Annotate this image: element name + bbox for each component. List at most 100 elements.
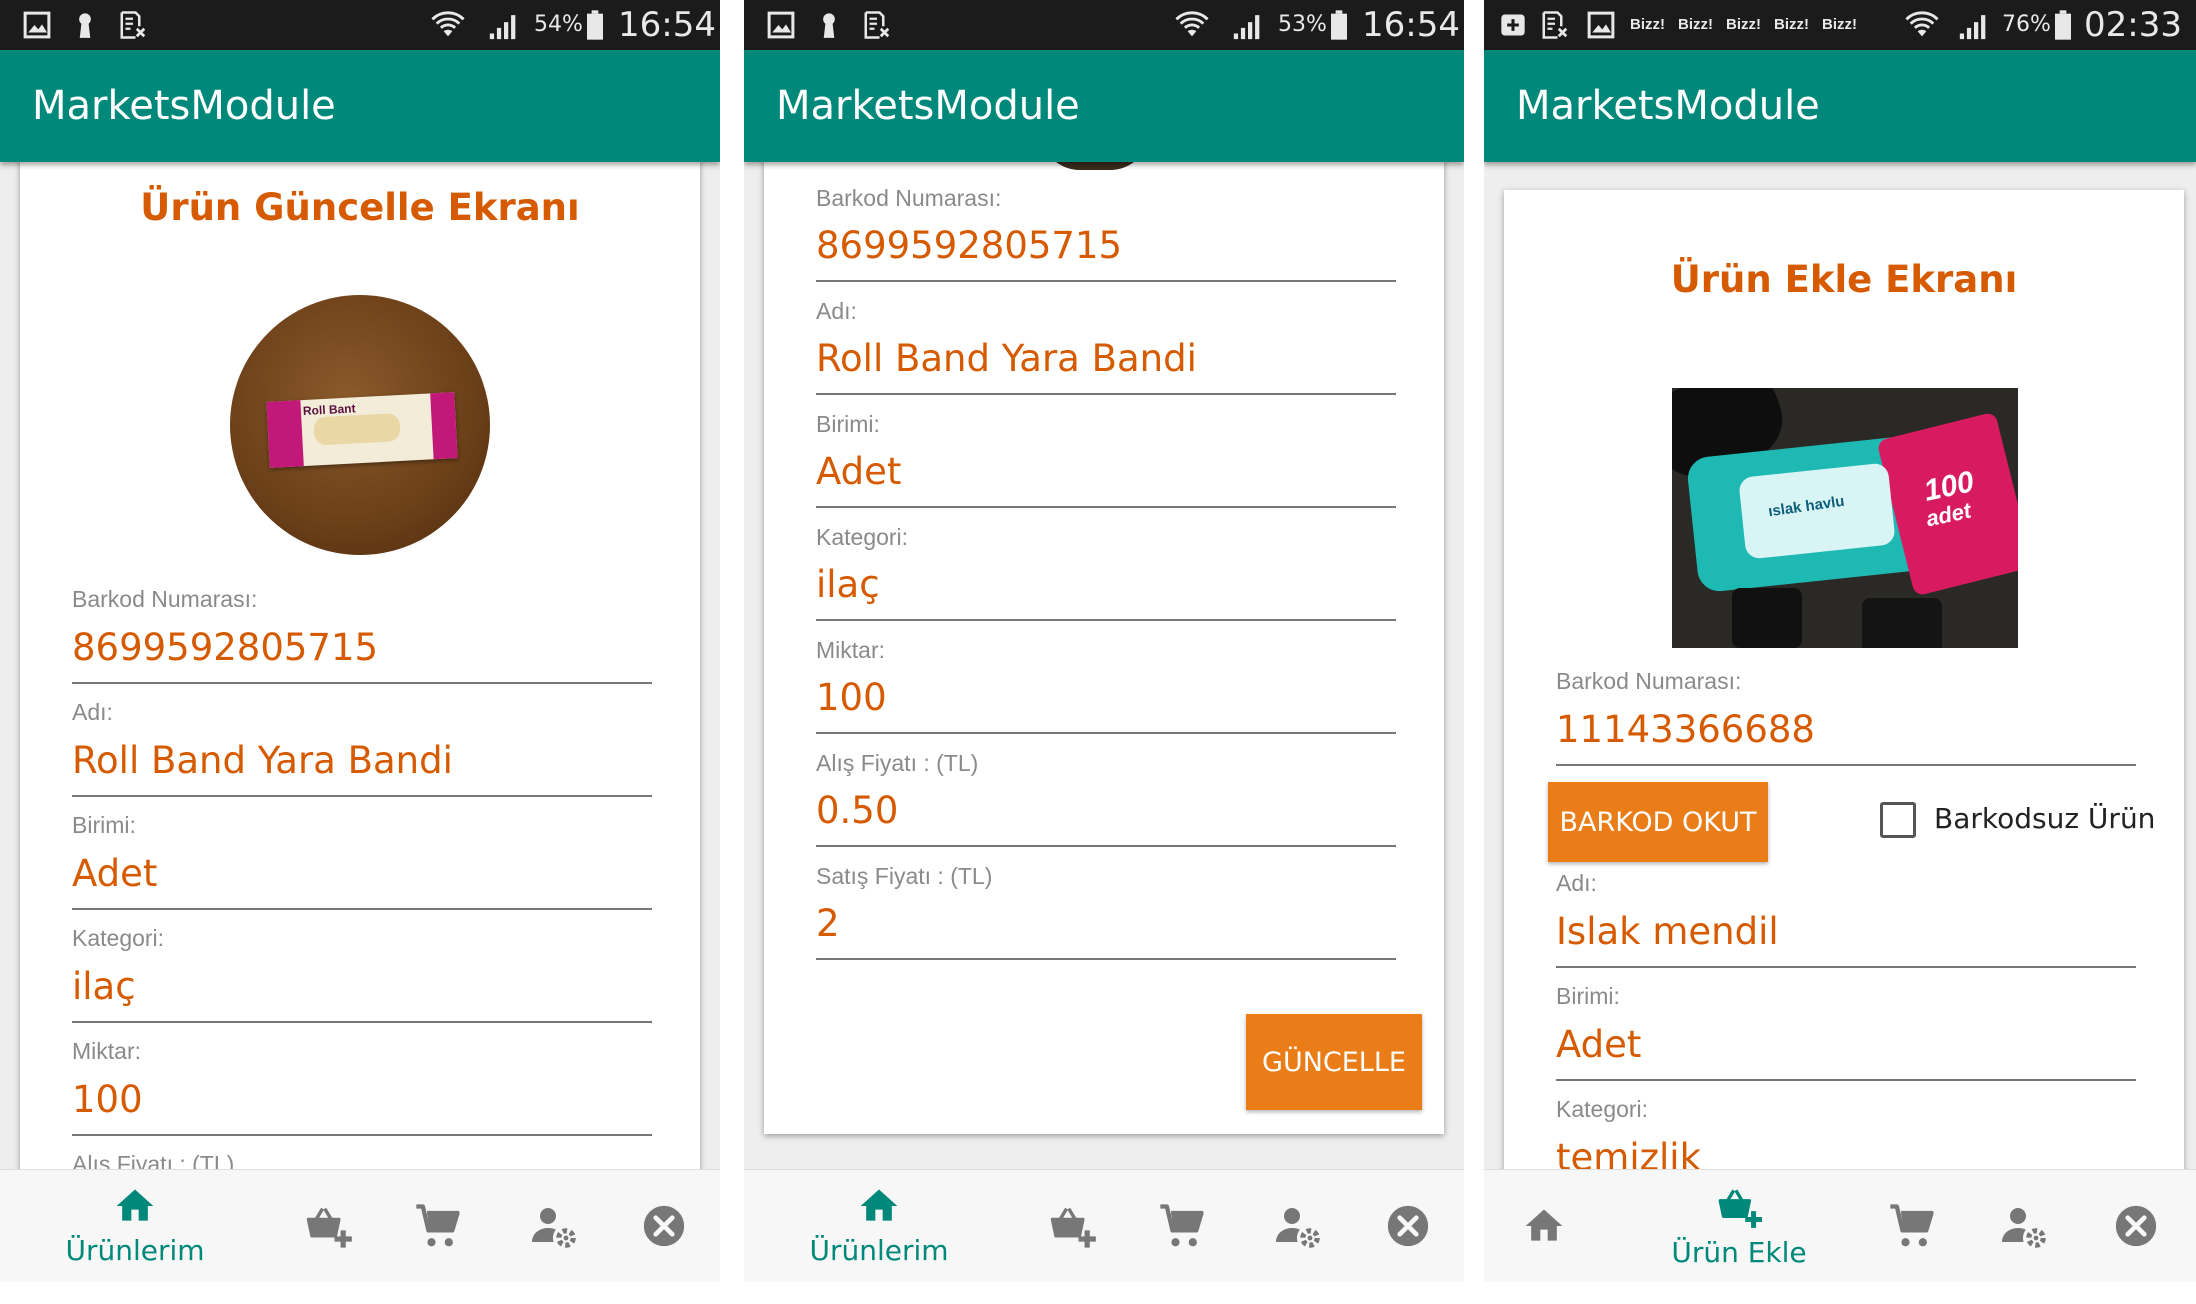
nav-cart[interactable]: [1872, 1170, 1952, 1282]
nav-products[interactable]: Ürünlerim: [784, 1170, 974, 1282]
nav-user-settings[interactable]: [1984, 1170, 2064, 1282]
phone-screen-update-top: 54% 16:54 MarketsModule Ürün Güncelle Ek…: [0, 0, 720, 1282]
user-settings-icon: [2000, 1202, 2048, 1250]
blocked-doc-icon: [1538, 8, 1572, 42]
sale-price-input[interactable]: 2: [816, 902, 840, 945]
battery-icon: [584, 8, 606, 42]
unit-input[interactable]: Adet: [816, 450, 901, 493]
blocked-doc-icon: [116, 8, 150, 42]
bottom-navigation: Ürünlerim: [0, 1169, 720, 1282]
notification-bizz-2: Bizz!: [1678, 16, 1713, 33]
unit-label: Birimi:: [72, 812, 136, 838]
gallery-icon: [20, 8, 54, 42]
barcode-underline: [72, 682, 652, 684]
nav-add-product[interactable]: Ürün Ekle: [1644, 1170, 1834, 1282]
keyhole-icon: [812, 8, 846, 42]
category-underline: [816, 619, 1396, 621]
unit-input[interactable]: Adet: [72, 852, 157, 895]
nav-exit[interactable]: [1368, 1170, 1448, 1282]
scroll-content[interactable]: Ürün Ekle Ekranı ıslak havlu 100 adet Ba…: [1484, 162, 2196, 1170]
name-label: Adı:: [1556, 870, 1597, 896]
clock: 02:33: [2084, 5, 2182, 45]
cart-icon: [412, 1200, 464, 1252]
unit-input[interactable]: Adet: [1556, 1023, 1641, 1066]
nav-exit[interactable]: [624, 1170, 704, 1282]
battery-icon: [2052, 8, 2074, 42]
cart-icon: [1886, 1200, 1938, 1252]
barcode-input[interactable]: 8699592805715: [816, 224, 1122, 267]
notification-bizz-1: Bizz!: [1630, 16, 1665, 33]
barcode-label: Barkod Numarası:: [1556, 668, 1742, 694]
purchase-price-input[interactable]: 0.50: [816, 789, 898, 832]
category-input[interactable]: ilaç: [816, 563, 880, 606]
name-label: Adı:: [816, 298, 857, 324]
wifi-icon: [1902, 8, 1942, 42]
barcode-underline: [816, 280, 1396, 282]
nav-products[interactable]: [1504, 1170, 1584, 1282]
scan-barcode-button[interactable]: BARKOD OKUT: [1548, 782, 1768, 862]
nav-products-label: Ürünlerim: [65, 1234, 205, 1267]
update-button[interactable]: GÜNCELLE: [1246, 1014, 1422, 1110]
name-underline: [72, 795, 652, 797]
bandage-brand-text: Roll Bant: [302, 401, 356, 419]
nav-add-product[interactable]: [288, 1170, 368, 1282]
wifi-icon: [1172, 8, 1212, 42]
basket-add-icon: [1714, 1182, 1764, 1232]
app-bar: MarketsModule: [744, 50, 1464, 162]
quantity-input[interactable]: 100: [72, 1078, 143, 1121]
nav-add-product[interactable]: [1032, 1170, 1112, 1282]
notification-bizz-3: Bizz!: [1726, 16, 1761, 33]
name-input[interactable]: Roll Band Yara Bandi: [72, 739, 453, 782]
name-input[interactable]: Roll Band Yara Bandi: [816, 337, 1197, 380]
scroll-content[interactable]: Barkod Numarası: 8699592805715 Adı: Roll…: [744, 162, 1464, 1170]
nav-exit[interactable]: [2096, 1170, 2176, 1282]
phone-screen-add-product: Bizz! Bizz! Bizz! Bizz! Bizz! 76% 02:33 …: [1484, 0, 2196, 1282]
nav-cart[interactable]: [398, 1170, 478, 1282]
no-barcode-checkbox[interactable]: [1880, 802, 1916, 838]
nav-cart[interactable]: [1142, 1170, 1222, 1282]
barcode-input[interactable]: 8699592805715: [72, 626, 378, 669]
nav-user-settings[interactable]: [1258, 1170, 1338, 1282]
unit-underline: [72, 908, 652, 910]
app-title: MarketsModule: [776, 83, 1080, 129]
close-circle-icon: [642, 1204, 686, 1248]
nav-add-product-label: Ürün Ekle: [1671, 1236, 1807, 1269]
purchase-price-label: Alış Fiyatı : (TL): [816, 750, 979, 776]
category-input[interactable]: ilaç: [72, 965, 136, 1008]
name-underline: [816, 393, 1396, 395]
form-card: Ürün Ekle Ekranı ıslak havlu 100 adet Ba…: [1504, 190, 2184, 1170]
nav-user-settings[interactable]: [514, 1170, 594, 1282]
bottom-navigation: Ürün Ekle: [1484, 1169, 2196, 1282]
unit-underline: [816, 506, 1396, 508]
signal-icon: [484, 8, 524, 42]
phone-screen-update-bottom: 53% 16:54 MarketsModule Barkod Numarası:…: [744, 0, 1464, 1282]
purchase-price-label: Alış Fiyatı : (TL): [72, 1151, 235, 1170]
barcode-input[interactable]: 11143366688: [1556, 708, 1815, 751]
product-photo[interactable]: Roll Bant: [230, 295, 490, 555]
cart-icon: [1156, 1200, 1208, 1252]
name-input[interactable]: Islak mendil: [1556, 910, 1779, 953]
category-input[interactable]: temizlik: [1556, 1136, 1701, 1170]
product-photo-edge: [1040, 162, 1150, 170]
quantity-underline: [816, 732, 1396, 734]
home-icon: [1522, 1204, 1566, 1248]
category-underline: [72, 1021, 652, 1023]
scroll-content[interactable]: Ürün Güncelle Ekranı Roll Bant Barkod Nu…: [0, 162, 720, 1170]
gallery-icon: [764, 8, 798, 42]
no-barcode-label: Barkodsuz Ürün: [1934, 802, 2156, 835]
gallery-icon: [1584, 8, 1618, 42]
basket-add-icon: [302, 1200, 354, 1252]
nav-products[interactable]: Ürünlerim: [40, 1170, 230, 1282]
sale-price-underline: [816, 958, 1396, 960]
quantity-input[interactable]: 100: [816, 676, 887, 719]
plus-box-icon: [1496, 8, 1530, 42]
status-bar: Bizz! Bizz! Bizz! Bizz! Bizz! 76% 02:33: [1484, 0, 2196, 50]
product-photo[interactable]: ıslak havlu 100 adet: [1672, 388, 2018, 648]
close-circle-icon: [2114, 1204, 2158, 1248]
keyhole-icon: [68, 8, 102, 42]
form-card: Barkod Numarası: 8699592805715 Adı: Roll…: [764, 162, 1444, 1134]
app-title: MarketsModule: [1516, 83, 1820, 129]
battery-percent: 76%: [2002, 12, 2051, 37]
barcode-label: Barkod Numarası:: [816, 185, 1002, 211]
screen-title: Ürün Güncelle Ekranı: [140, 186, 580, 229]
